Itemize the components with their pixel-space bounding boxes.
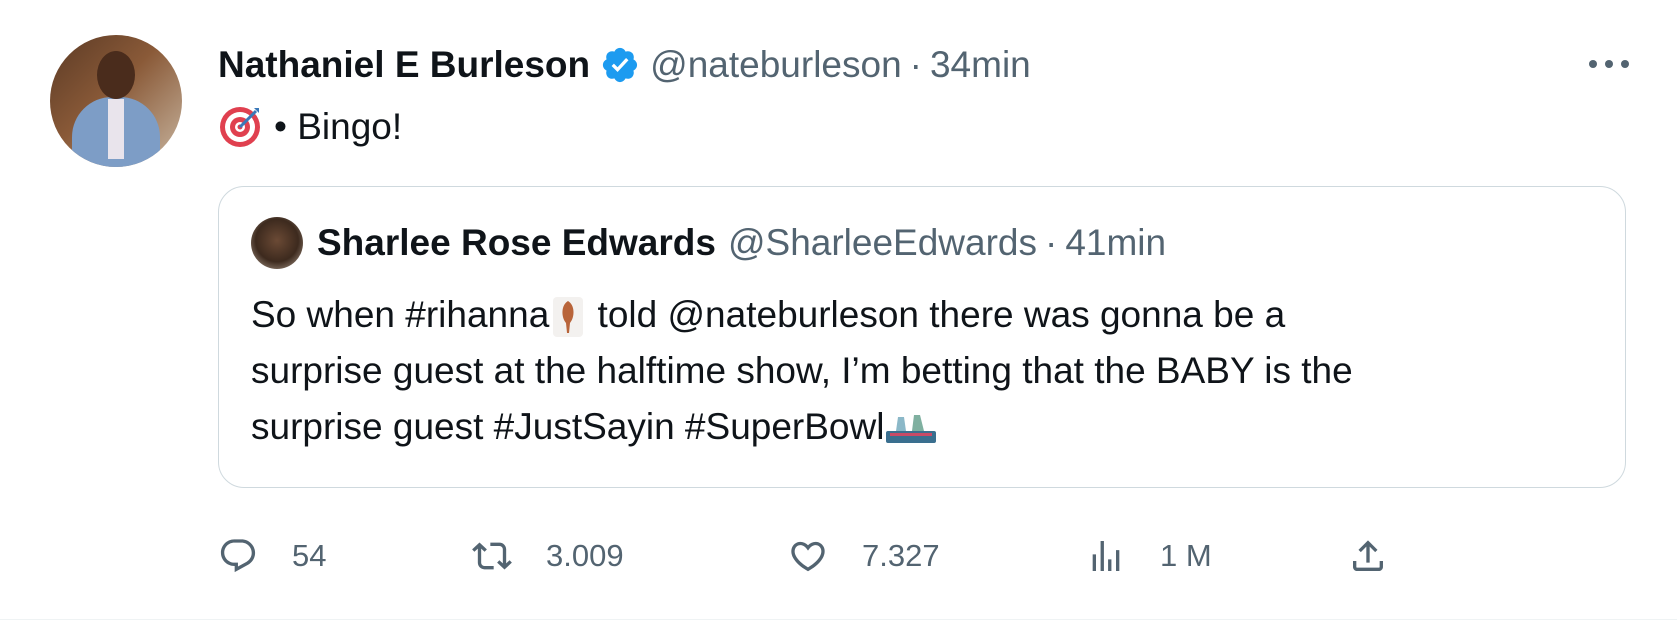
quoted-text-line-3-content: surprise guest #JustSayin #SuperBowl	[251, 406, 885, 447]
views-count: 1 M	[1160, 538, 1212, 573]
retweet-count: 3.009	[546, 538, 624, 573]
quoted-tweet[interactable]: Sharlee Rose Edwards @SharleeEdwards · 4…	[218, 186, 1626, 488]
tweet-timestamp[interactable]: 34min	[930, 44, 1031, 86]
quoted-text-line-1-end: told @nateburleson there was gonna be a	[587, 294, 1286, 335]
views-button[interactable]: 1 M	[1086, 528, 1212, 584]
author-name[interactable]: Nathaniel E Burleson	[218, 44, 590, 86]
retweet-icon	[472, 542, 512, 570]
rihanna-hashtag-emoji	[553, 297, 584, 338]
like-count: 7.327	[862, 538, 940, 573]
more-horizontal-icon	[1589, 60, 1597, 68]
more-options-button[interactable]	[1589, 44, 1629, 84]
tweet-text: • Bingo!	[218, 102, 402, 152]
quoted-author-avatar	[251, 217, 303, 269]
retweet-button[interactable]: 3.009	[472, 528, 624, 584]
avatar-shirt	[108, 99, 124, 159]
tweet-header: Nathaniel E Burleson @nateburleson · 34m…	[218, 40, 1031, 90]
share-icon	[1353, 540, 1383, 571]
tweet-card[interactable]: Nathaniel E Burleson @nateburleson · 34m…	[0, 0, 1677, 620]
tweet-text-content: • Bingo!	[274, 106, 403, 147]
quoted-header-separator: ·	[1045, 222, 1058, 263]
author-handle[interactable]: @nateburleson	[650, 44, 902, 86]
quoted-text-line-1: So when #rihanna told @nateburleson ther…	[251, 287, 1591, 343]
quoted-tweet-header: Sharlee Rose Edwards @SharleeEdwards · 4…	[251, 217, 1166, 269]
reply-icon	[220, 539, 256, 573]
author-avatar[interactable]	[50, 35, 182, 167]
superbowl-hashtag-emoji	[886, 415, 937, 444]
avatar-head	[97, 51, 135, 99]
direct-hit-target-emoji	[220, 107, 260, 147]
tweet-actions: 54 3.009 7.327 1 M	[218, 528, 1398, 584]
quoted-tweet-text: So when #rihanna told @nateburleson ther…	[251, 287, 1591, 455]
quoted-text-line-1-start: So when #rihanna	[251, 294, 550, 335]
verified-badge-icon	[603, 47, 638, 83]
views-bar-chart-icon	[1092, 541, 1120, 571]
reply-button[interactable]: 54	[218, 528, 326, 584]
like-button[interactable]: 7.327	[788, 528, 940, 584]
quoted-text-line-3: surprise guest #JustSayin #SuperBowl	[251, 399, 1591, 455]
quoted-tweet-timestamp: 41min	[1065, 222, 1167, 263]
quoted-author-handle: @SharleeEdwards	[727, 222, 1037, 263]
reply-count: 54	[292, 538, 327, 573]
quoted-author-name: Sharlee Rose Edwards	[317, 222, 716, 263]
heart-icon	[791, 541, 825, 572]
header-separator: ·	[909, 44, 922, 85]
quoted-text-line-2: surprise guest at the halftime show, I’m…	[251, 350, 1353, 391]
share-button[interactable]	[1348, 528, 1388, 584]
